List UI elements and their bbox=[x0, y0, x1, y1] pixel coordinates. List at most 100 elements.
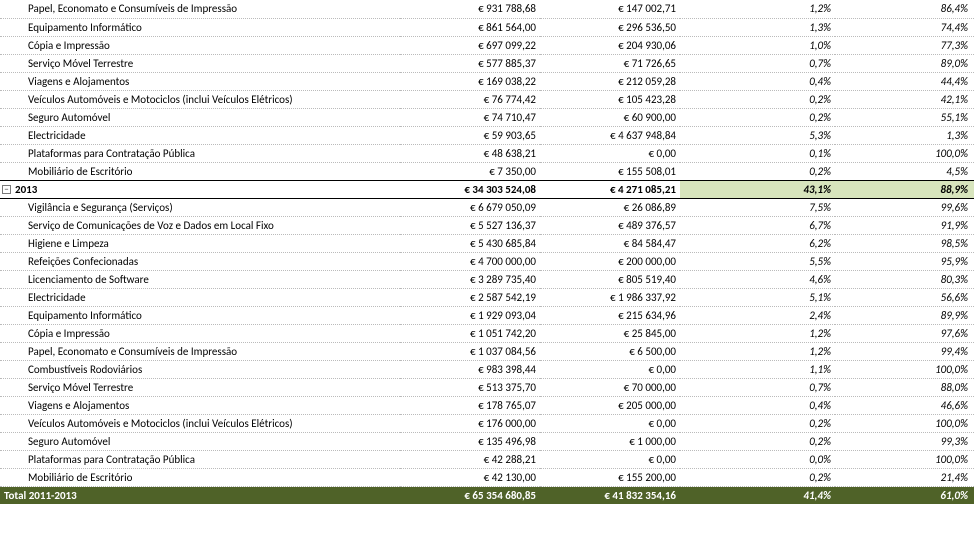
row-label: Papel, Economato e Consumíveis de Impres… bbox=[0, 0, 400, 18]
row-value2: € 0,00 bbox=[540, 450, 680, 468]
row-label: Serviço Móvel Terrestre bbox=[0, 54, 400, 72]
row-value2: € 805 519,40 bbox=[540, 270, 680, 288]
row-label: Seguro Automóvel bbox=[0, 432, 400, 450]
row-value2: € 0,00 bbox=[540, 144, 680, 162]
row-value1: € 577 885,37 bbox=[400, 54, 540, 72]
row-pct1: 1,2% bbox=[680, 324, 835, 342]
row-label: Vigilância e Segurança (Serviços) bbox=[0, 198, 400, 216]
row-label: Mobiliário de Escritório bbox=[0, 162, 400, 180]
table-row: Electricidade€ 59 903,65€ 4 637 948,845,… bbox=[0, 126, 974, 144]
row-pct1: 7,5% bbox=[680, 198, 835, 216]
row-pct2: 100,0% bbox=[835, 450, 974, 468]
row-pct2: 56,6% bbox=[835, 288, 974, 306]
group-year: 2013 bbox=[15, 183, 37, 196]
row-pct1: 6,2% bbox=[680, 234, 835, 252]
row-value2: € 70 000,00 bbox=[540, 378, 680, 396]
row-value1: € 5 527 136,37 bbox=[400, 216, 540, 234]
total-value2: € 41 832 354,16 bbox=[540, 486, 680, 504]
row-pct1: 0,7% bbox=[680, 378, 835, 396]
row-label: Licenciamento de Software bbox=[0, 270, 400, 288]
row-label: Equipamento Informático bbox=[0, 18, 400, 36]
table-row: Cópia e Impressão€ 697 099,22€ 204 930,0… bbox=[0, 36, 974, 54]
table-row: Serviço Móvel Terrestre€ 513 375,70€ 70 … bbox=[0, 378, 974, 396]
row-label: Electricidade bbox=[0, 288, 400, 306]
row-label: Combustíveis Rodoviários bbox=[0, 360, 400, 378]
row-pct1: 5,3% bbox=[680, 126, 835, 144]
row-value2: € 155 200,00 bbox=[540, 468, 680, 486]
row-value1: € 48 638,21 bbox=[400, 144, 540, 162]
row-value2: € 105 423,28 bbox=[540, 90, 680, 108]
row-value2: € 1 000,00 bbox=[540, 432, 680, 450]
row-pct1: 0,2% bbox=[680, 414, 835, 432]
row-value1: € 5 430 685,84 bbox=[400, 234, 540, 252]
row-pct1: 1,2% bbox=[680, 342, 835, 360]
table-row: Viagens e Alojamentos€ 169 038,22€ 212 0… bbox=[0, 72, 974, 90]
row-pct2: 86,4% bbox=[835, 0, 974, 18]
row-pct2: 91,9% bbox=[835, 216, 974, 234]
table-row: Vigilância e Segurança (Serviços)€ 6 679… bbox=[0, 198, 974, 216]
row-value1: € 59 903,65 bbox=[400, 126, 540, 144]
group-row-2013[interactable]: −2013€ 34 303 524,08€ 4 271 085,2143,1%8… bbox=[0, 180, 974, 198]
table-row: Papel, Economato e Consumíveis de Impres… bbox=[0, 0, 974, 18]
collapse-icon[interactable]: − bbox=[2, 185, 11, 194]
row-pct2: 98,5% bbox=[835, 234, 974, 252]
row-label: Serviço Móvel Terrestre bbox=[0, 378, 400, 396]
row-value1: € 169 038,22 bbox=[400, 72, 540, 90]
row-pct1: 0,2% bbox=[680, 108, 835, 126]
row-label: Mobiliário de Escritório bbox=[0, 468, 400, 486]
row-pct1: 0,7% bbox=[680, 54, 835, 72]
row-pct2: 99,6% bbox=[835, 198, 974, 216]
row-value1: € 1 051 742,20 bbox=[400, 324, 540, 342]
row-label: Papel, Economato e Consumíveis de Impres… bbox=[0, 342, 400, 360]
row-label: Veículos Automóveis e Motociclos (inclui… bbox=[0, 414, 400, 432]
row-pct2: 100,0% bbox=[835, 144, 974, 162]
row-label: Electricidade bbox=[0, 126, 400, 144]
row-value2: € 296 536,50 bbox=[540, 18, 680, 36]
total-row: Total 2011-2013€ 65 354 680,85€ 41 832 3… bbox=[0, 486, 974, 504]
row-value2: € 489 376,57 bbox=[540, 216, 680, 234]
table-row: Combustíveis Rodoviários€ 983 398,44€ 0,… bbox=[0, 360, 974, 378]
row-pct2: 74,4% bbox=[835, 18, 974, 36]
row-label: Cópia e Impressão bbox=[0, 324, 400, 342]
row-pct2: 42,1% bbox=[835, 90, 974, 108]
row-value1: € 1 037 084,56 bbox=[400, 342, 540, 360]
row-value1: € 42 288,21 bbox=[400, 450, 540, 468]
row-value2: € 0,00 bbox=[540, 414, 680, 432]
row-pct1: 0,2% bbox=[680, 432, 835, 450]
row-pct2: 80,3% bbox=[835, 270, 974, 288]
row-pct1: 1,0% bbox=[680, 36, 835, 54]
row-label: Equipamento Informático bbox=[0, 306, 400, 324]
row-label: Higiene e Limpeza bbox=[0, 234, 400, 252]
row-value1: € 6 679 050,09 bbox=[400, 198, 540, 216]
row-value1: € 1 929 093,04 bbox=[400, 306, 540, 324]
row-value2: € 60 900,00 bbox=[540, 108, 680, 126]
row-value2: € 212 059,28 bbox=[540, 72, 680, 90]
row-value2: € 205 000,00 bbox=[540, 396, 680, 414]
total-value1: € 65 354 680,85 bbox=[400, 486, 540, 504]
row-value2: € 204 930,06 bbox=[540, 36, 680, 54]
row-value1: € 135 496,98 bbox=[400, 432, 540, 450]
table-row: Serviço de Comunicações de Voz e Dados e… bbox=[0, 216, 974, 234]
table-row: Plataformas para Contratação Pública€ 48… bbox=[0, 144, 974, 162]
row-value1: € 983 398,44 bbox=[400, 360, 540, 378]
row-value2: € 25 845,00 bbox=[540, 324, 680, 342]
row-pct1: 5,1% bbox=[680, 288, 835, 306]
row-pct1: 0,4% bbox=[680, 72, 835, 90]
row-pct2: 21,4% bbox=[835, 468, 974, 486]
row-pct1: 0,2% bbox=[680, 468, 835, 486]
row-value1: € 7 350,00 bbox=[400, 162, 540, 180]
row-label: Refeições Confecionadas bbox=[0, 252, 400, 270]
group-pct2: 88,9% bbox=[835, 180, 974, 198]
group-value1: € 34 303 524,08 bbox=[400, 180, 540, 198]
total-pct1: 41,4% bbox=[680, 486, 835, 504]
row-pct2: 89,9% bbox=[835, 306, 974, 324]
row-pct2: 46,6% bbox=[835, 396, 974, 414]
row-pct2: 77,3% bbox=[835, 36, 974, 54]
row-value1: € 931 788,68 bbox=[400, 0, 540, 18]
row-value2: € 1 986 337,92 bbox=[540, 288, 680, 306]
row-value1: € 2 587 542,19 bbox=[400, 288, 540, 306]
table-row: Viagens e Alojamentos€ 178 765,07€ 205 0… bbox=[0, 396, 974, 414]
row-pct2: 100,0% bbox=[835, 414, 974, 432]
row-value2: € 84 584,47 bbox=[540, 234, 680, 252]
row-pct1: 4,6% bbox=[680, 270, 835, 288]
